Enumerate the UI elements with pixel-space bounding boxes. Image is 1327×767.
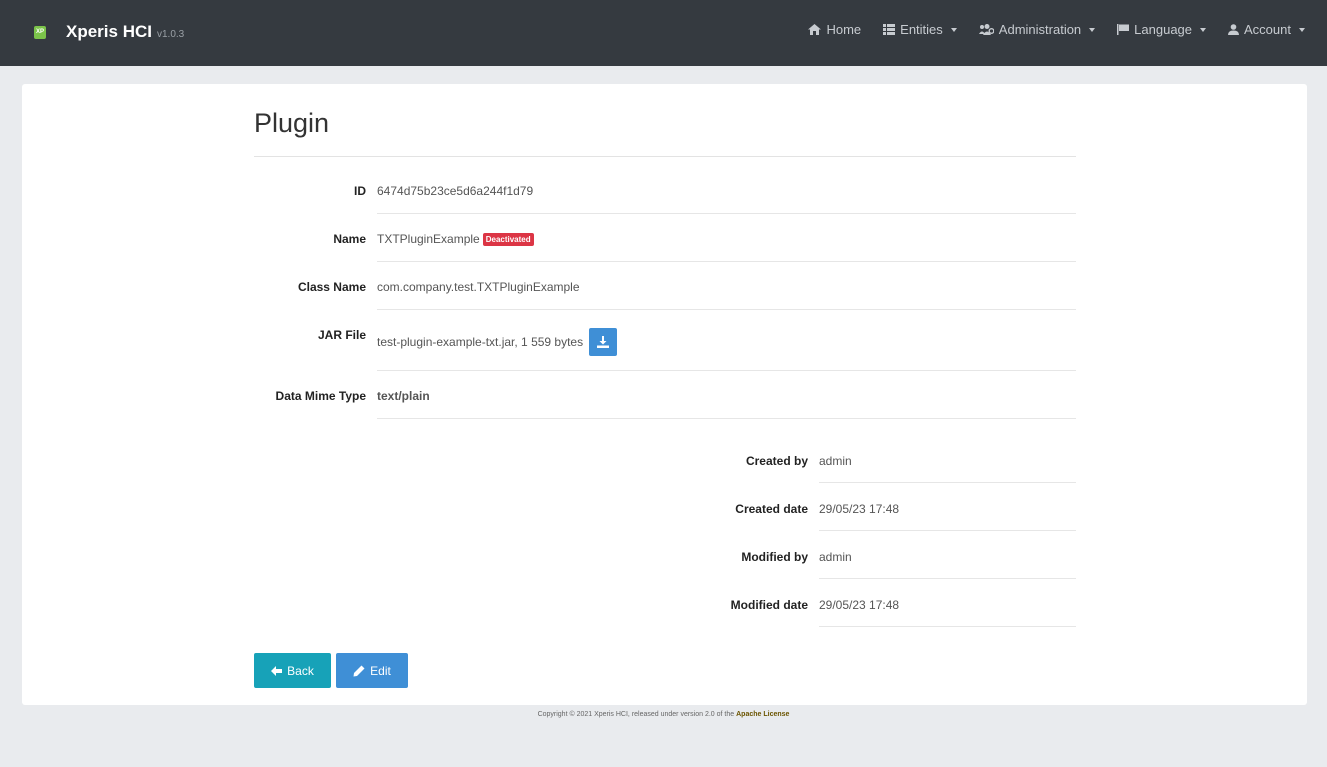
brand-name: Xperis HCI [66,22,152,41]
chevron-down-icon [1200,27,1207,32]
meta-value-modified-by: admin [819,550,852,564]
divider [377,213,1076,214]
divider [819,626,1076,627]
download-button[interactable] [589,328,618,356]
divider [377,261,1076,262]
download-icon [597,336,610,348]
app-logo-icon: XP [34,25,46,39]
meta-label-created-by: Created by [745,454,808,468]
edit-button-label: Edit [370,663,391,678]
page-title: Plugin [254,108,330,138]
field-row-name: Name TXTPluginExample Deactivated [254,232,1076,252]
list-icon [883,24,896,35]
nav-item-administration[interactable]: Administration [978,22,1096,37]
divider [819,578,1076,579]
field-divider [254,261,1076,262]
back-button-label: Back [287,663,314,678]
user-icon [1228,24,1240,35]
field-row-id: ID 6474d75b23ce5d6a244f1d79 [254,184,1076,204]
divider [819,482,1076,483]
meta-row-modified-date: Modified date 29/05/23 17:48 [254,598,1076,618]
home-icon [808,24,822,35]
meta-row-modified-by: Modified by admin [254,550,1076,570]
action-buttons: Back Edit [254,653,408,688]
field-label-mime: Data Mime Type [275,389,366,403]
field-label-class-name: Class Name [297,280,366,294]
footer-text: Copyright © 2021 Xperis HCI, released un… [537,711,735,718]
nav-item-label: Entities [900,22,943,37]
divider [819,530,1076,531]
arrow-left-icon [271,665,283,676]
brand[interactable]: XP Xperis HCI v1.0.3 [34,22,184,42]
edit-button[interactable]: Edit [336,653,408,688]
field-row-jar-file: JAR File test-plugin-example-txt.jar, 1 … [254,324,1076,364]
nav-item-home[interactable]: Home [808,22,861,37]
top-navbar: XP Xperis HCI v1.0.3 Home Entities Admin… [0,0,1327,66]
field-value-class-name: com.company.test.TXTPluginExample [377,280,580,294]
status-badge: Deactivated [482,232,534,246]
logo-text: XP [35,29,44,35]
meta-label-created-date: Created date [735,502,808,516]
flag-icon [1117,24,1130,35]
meta-value-modified-date: 29/05/23 17:48 [819,598,900,612]
nav-item-label: Home [826,22,862,37]
nav-item-label: Language [1134,22,1193,37]
field-row-class-name: Class Name com.company.test.TXTPluginExa… [254,280,1076,300]
license-link[interactable]: Apache License [736,711,789,718]
nav-item-entities[interactable]: Entities [883,22,957,37]
nav-item-label: Account [1244,22,1291,37]
meta-value-created-date: 29/05/23 17:48 [819,502,900,516]
field-label-jar-file: JAR File [317,328,366,342]
field-value-jar-file-wrap: test-plugin-example-txt.jar, 1 559 bytes [377,328,618,356]
nav-menu: Home Entities Administration Language Ac… [786,22,1305,37]
meta-label-modified-date: Modified date [730,598,808,612]
field-value-name-wrap: TXTPluginExample Deactivated [377,232,534,246]
meta-divider [254,530,1076,531]
field-label-id: ID [354,184,366,198]
field-divider [254,370,1076,371]
meta-label-modified-by: Modified by [741,550,808,564]
users-cog-icon [978,24,994,35]
chevron-down-icon [1089,27,1096,32]
chevron-down-icon [1299,27,1305,32]
title-divider [254,156,1076,157]
field-value-mime: text/plain [377,389,430,403]
divider [377,418,1076,419]
nav-item-account[interactable]: Account [1228,22,1305,37]
chevron-down-icon [950,27,957,32]
meta-row-created-by: Created by admin [254,454,1076,474]
footer: Copyright © 2021 Xperis HCI, released un… [0,711,1327,718]
pencil-icon [353,665,365,677]
meta-divider [254,482,1076,483]
field-divider [254,213,1076,214]
meta-value-created-by: admin [819,454,852,468]
meta-divider [254,578,1076,579]
divider [377,309,1076,310]
divider [377,370,1076,371]
nav-item-label: Administration [998,22,1082,37]
back-button[interactable]: Back [254,653,331,688]
plugin-detail-card: Plugin ID 6474d75b23ce5d6a244f1d79 Name … [22,84,1307,705]
field-value-id: 6474d75b23ce5d6a244f1d79 [377,184,534,198]
field-value-name: TXTPluginExample [377,232,480,246]
brand-version: v1.0.3 [156,28,185,40]
meta-divider [254,626,1076,627]
field-divider [254,418,1076,419]
nav-item-language[interactable]: Language [1117,22,1207,37]
field-value-jar-file: test-plugin-example-txt.jar, 1 559 bytes [377,335,584,349]
field-row-mime: Data Mime Type text/plain [254,389,1076,409]
meta-row-created-date: Created date 29/05/23 17:48 [254,502,1076,522]
field-label-name: Name [333,232,366,246]
field-divider [254,309,1076,310]
